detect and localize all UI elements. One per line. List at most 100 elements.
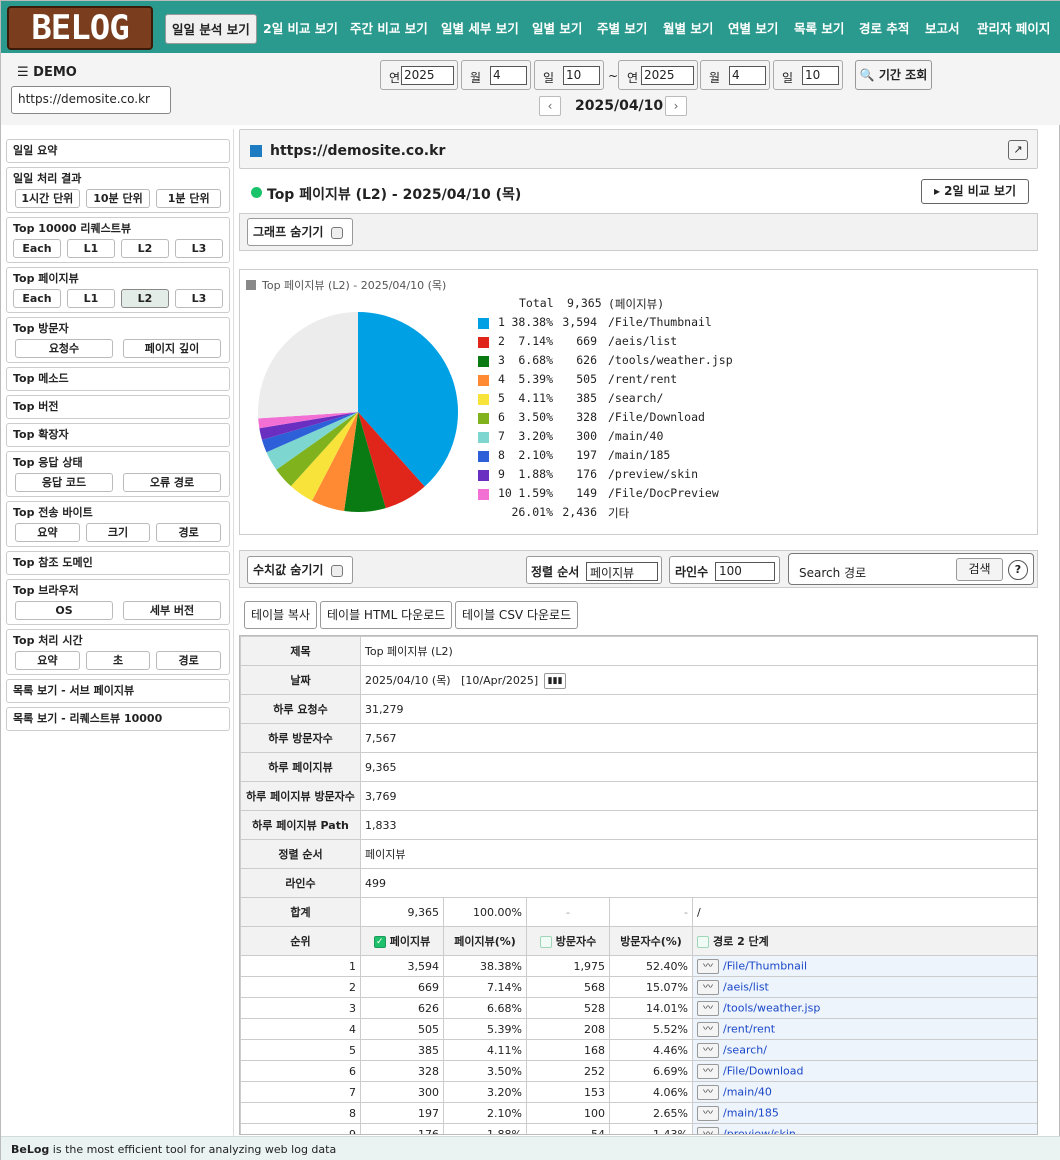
request-l3-button[interactable]: L3 xyxy=(175,239,223,258)
nav-weekly-compare[interactable]: 주간 비교 보기 xyxy=(350,14,428,44)
pie-slice-other[interactable] xyxy=(258,312,358,419)
path-link[interactable]: /tools/weather.jsp xyxy=(723,1001,820,1014)
hide-graph-checkbox[interactable] xyxy=(331,226,344,239)
nav-daily-detail[interactable]: 일별 세부 보기 xyxy=(441,14,519,44)
unit-10min-button[interactable]: 10분 단위 xyxy=(85,189,151,208)
bytes-summary-button[interactable]: 요약 xyxy=(15,523,80,542)
nav-daily[interactable]: 일별 보기 xyxy=(532,14,582,44)
from-year-input[interactable]: 2025 xyxy=(401,66,454,85)
header-path[interactable]: 경로 2 단계 xyxy=(692,926,1037,956)
from-month-input[interactable]: 4 xyxy=(490,66,527,85)
table-copy-button[interactable]: 테이블 복사 xyxy=(244,601,318,629)
nav-daily-analysis[interactable]: 일일 분석 보기 xyxy=(165,14,257,44)
sidebar-top-version[interactable]: Top 버전 xyxy=(6,395,230,419)
path-link[interactable]: /aeis/list xyxy=(723,980,769,993)
rank-cell: 6 xyxy=(240,1060,361,1082)
pageview-l2-button[interactable]: L2 xyxy=(121,289,169,308)
nav-yearly[interactable]: 연별 보기 xyxy=(728,14,778,44)
time-summary-button[interactable]: 요약 xyxy=(15,651,80,670)
to-day-input[interactable]: 10 xyxy=(802,66,839,85)
demo-menu[interactable]: ☰ DEMO xyxy=(17,65,77,80)
visitors-checkbox[interactable] xyxy=(539,936,552,948)
sidebar-label: Top 처리 시간 xyxy=(13,634,83,647)
header-visitors[interactable]: 방문자수 xyxy=(526,926,610,956)
line-count-input[interactable]: 100 xyxy=(715,562,775,581)
nav-monthly[interactable]: 월별 보기 xyxy=(663,14,713,44)
external-link-icon[interactable]: ↗ xyxy=(1008,140,1028,160)
bytes-path-button[interactable]: 경로 xyxy=(156,523,222,542)
sidebar-top-method[interactable]: Top 메소드 xyxy=(6,367,230,391)
visitor-requests-button[interactable]: 요청수 xyxy=(15,339,113,358)
header-pageview-pct[interactable]: 페이지뷰(%) xyxy=(443,926,527,956)
time-seconds-button[interactable]: 초 xyxy=(85,651,151,670)
nav-admin[interactable]: 관리자 페이지 xyxy=(977,14,1050,44)
path-link[interactable]: /File/Thumbnail xyxy=(723,959,807,972)
trend-chart-icon[interactable]: 〰 xyxy=(697,1063,719,1079)
path-link[interactable]: /search/ xyxy=(723,1043,767,1056)
nav-two-day-compare[interactable]: 2일 비교 보기 xyxy=(263,14,338,44)
trend-chart-icon[interactable]: 〰 xyxy=(697,1000,719,1016)
table-html-download-button[interactable]: 테이블 HTML 다운로드 xyxy=(320,601,453,629)
period-query-button[interactable]: 🔍 기간 조회 xyxy=(855,60,932,90)
two-day-compare-button[interactable]: ▸ 2일 비교 보기 xyxy=(921,179,1029,204)
bytes-size-button[interactable]: 크기 xyxy=(85,523,151,542)
path-link[interactable]: /main/40 xyxy=(723,1085,772,1098)
path-checkbox[interactable] xyxy=(697,936,709,948)
pageview-each-button[interactable]: Each xyxy=(13,289,61,308)
hide-graph-toggle[interactable]: 그래프 숨기기 xyxy=(247,218,353,246)
path-link[interactable]: /main/185 xyxy=(723,1106,779,1119)
browser-os-button[interactable]: OS xyxy=(15,601,113,620)
trend-chart-icon[interactable]: 〰 xyxy=(697,1021,719,1037)
sort-order-select[interactable]: 페이지뷰 xyxy=(586,562,658,581)
nav-path-trace[interactable]: 경로 추적 xyxy=(859,14,909,44)
sidebar-list-request[interactable]: 목록 보기 - 리퀘스트뷰 10000 xyxy=(6,707,230,731)
trend-chart-icon[interactable]: 〰 xyxy=(697,1105,719,1121)
browser-version-button[interactable]: 세부 버전 xyxy=(123,601,221,620)
header-visitors-pct[interactable]: 방문자수(%) xyxy=(609,926,693,956)
error-path-button[interactable]: 오류 경로 xyxy=(123,473,221,492)
nav-report[interactable]: 보고서 xyxy=(925,14,960,44)
nav-weekly[interactable]: 주별 보기 xyxy=(597,14,647,44)
header-pageview[interactable]: ✓ 페이지뷰 xyxy=(360,926,444,956)
pageview-checkbox[interactable]: ✓ xyxy=(373,936,386,948)
help-icon[interactable]: ? xyxy=(1008,560,1028,580)
sidebar-top-referrer[interactable]: Top 참조 도메인 xyxy=(6,551,230,575)
search-button[interactable]: 검색 xyxy=(956,558,1003,581)
trend-chart-icon[interactable]: 〰 xyxy=(697,1126,719,1134)
to-year-input[interactable]: 2025 xyxy=(641,66,694,85)
trend-chart-icon[interactable]: 〰 xyxy=(697,1084,719,1100)
unit-1hour-button[interactable]: 1시간 단위 xyxy=(15,189,80,208)
belog-logo[interactable]: BELOG xyxy=(7,6,153,50)
trend-chart-icon[interactable]: 〰 xyxy=(697,1042,719,1058)
pageview-l1-button[interactable]: L1 xyxy=(67,289,115,308)
next-day-button[interactable]: › xyxy=(665,96,687,116)
path-link[interactable]: /preview/skin xyxy=(723,1127,796,1134)
to-month-input[interactable]: 4 xyxy=(729,66,766,85)
hide-values-toggle[interactable]: 수치값 숨기기 xyxy=(247,556,353,584)
path-link[interactable]: /rent/rent xyxy=(723,1022,775,1035)
path-link[interactable]: /File/Download xyxy=(723,1064,804,1077)
from-day-input[interactable]: 10 xyxy=(563,66,600,85)
trend-chart-icon[interactable]: 〰 xyxy=(697,979,719,995)
status-code-button[interactable]: 응답 코드 xyxy=(15,473,113,492)
path-search-input[interactable]: Search 경로 xyxy=(793,559,953,581)
pageview-l3-button[interactable]: L3 xyxy=(175,289,223,308)
unit-1min-button[interactable]: 1분 단위 xyxy=(156,189,222,208)
site-select[interactable]: https://demosite.co.kr xyxy=(11,86,171,114)
nav-list[interactable]: 목록 보기 xyxy=(794,14,844,44)
request-l2-button[interactable]: L2 xyxy=(121,239,169,258)
sidebar-daily-summary[interactable]: 일일 요약 xyxy=(6,139,230,163)
trend-chart-icon[interactable]: 〰 xyxy=(697,958,719,974)
request-each-button[interactable]: Each xyxy=(13,239,61,258)
data-table-container[interactable]: 제목 Top 페이지뷰 (L2) 날짜 2025/04/10 (목) [10/Apr… xyxy=(239,635,1038,1135)
table-csv-download-button[interactable]: 테이블 CSV 다운로드 xyxy=(455,601,579,629)
sidebar-top-extension[interactable]: Top 확장자 xyxy=(6,423,230,447)
request-l1-button[interactable]: L1 xyxy=(67,239,115,258)
hide-values-checkbox[interactable] xyxy=(331,564,344,577)
prev-day-button[interactable]: ‹ xyxy=(539,96,561,116)
bar-chart-icon[interactable]: ▮▮▮ xyxy=(544,672,567,689)
visitor-depth-button[interactable]: 페이지 깊이 xyxy=(123,339,221,358)
header-rank[interactable]: 순위 xyxy=(240,926,361,956)
sidebar-list-subpageview[interactable]: 목록 보기 - 서브 페이지뷰 xyxy=(6,679,230,703)
time-path-button[interactable]: 경로 xyxy=(156,651,222,670)
